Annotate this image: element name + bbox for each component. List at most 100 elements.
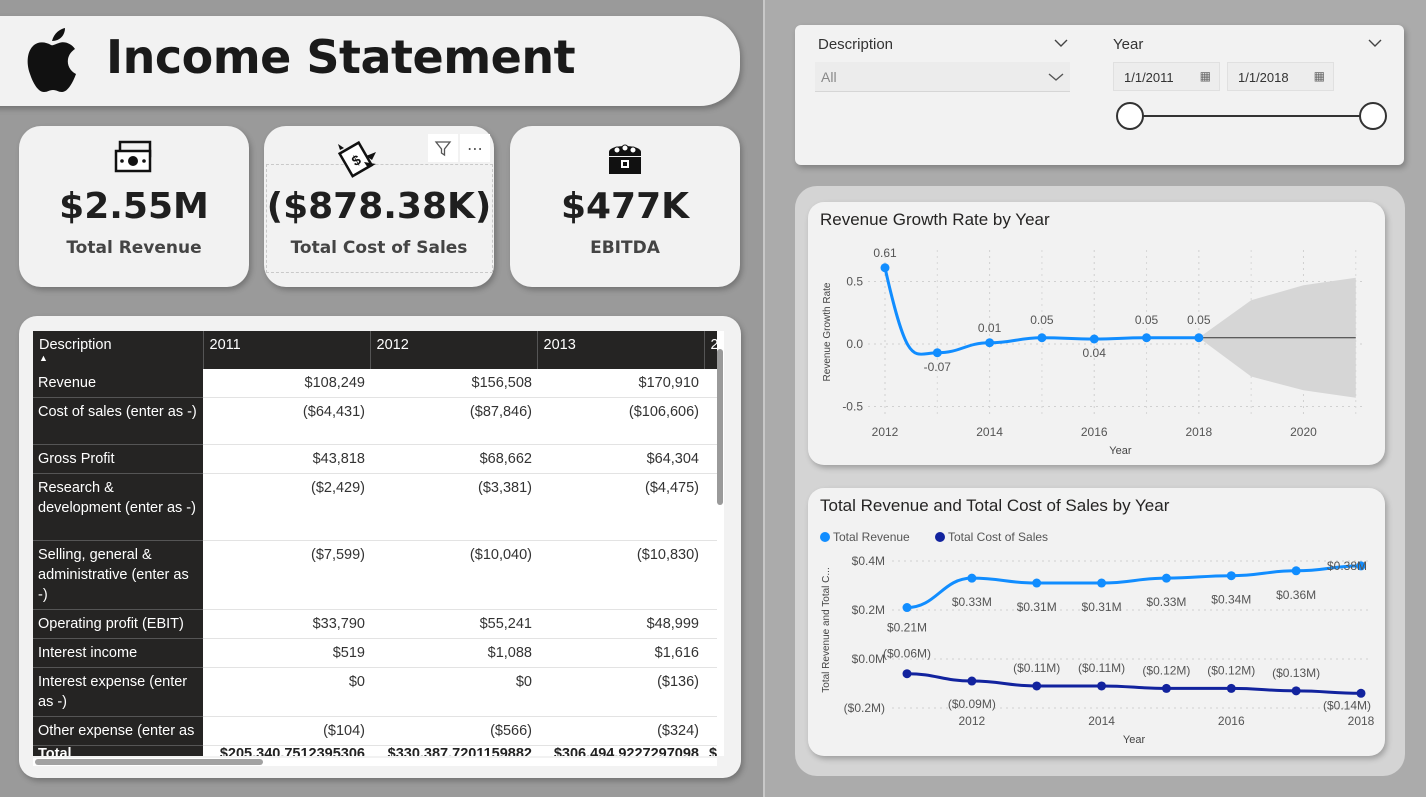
matrix-table: Description ▲ 2011 2012 2013 2 Revenue $1… (33, 331, 717, 756)
table-header-row: Description ▲ 2011 2012 2013 2 (33, 331, 717, 369)
row-header: Gross Profit (33, 444, 203, 474)
kpi-card-ebitda[interactable]: $477K EBITDA (510, 126, 740, 287)
y-axis-title: Revenue Growth Rate (822, 282, 833, 381)
data-point (1089, 334, 1099, 344)
flying-money-icon: $ (337, 140, 376, 178)
column-header-partial[interactable]: 2 (704, 331, 717, 369)
legend-marker (820, 532, 830, 542)
row-header: Selling, general & administrative (enter… (33, 540, 203, 610)
row-header: Revenue (33, 369, 203, 398)
table-row: Research & development (enter as -) ($2,… (33, 473, 717, 541)
vertical-scrollbar-thumb[interactable] (717, 349, 723, 505)
y-tick-label: -0.5 (842, 400, 863, 414)
calendar-icon[interactable]: ▦ (1200, 69, 1211, 83)
data-label: 0.01 (978, 321, 1002, 335)
data-point (902, 669, 912, 679)
data-point (1226, 571, 1236, 581)
legend-marker (935, 532, 945, 542)
table-cell: ($7,599) (203, 540, 370, 610)
y-axis-title: Total Revenue and Total C... (821, 567, 832, 692)
row-header: Other expense (enter as (33, 716, 203, 746)
data-label: 0.05 (1187, 313, 1211, 327)
visual-header-toolbar: ⋯ (428, 134, 490, 162)
table-cell: ($104) (203, 716, 370, 746)
table-cell: $33,790 (203, 609, 370, 639)
table-row: Cost of sales (enter as -) ($64,431) ($8… (33, 397, 717, 445)
x-tick-label: 2014 (1088, 714, 1115, 728)
table-cell: ($3,381) (370, 473, 537, 541)
vertical-scrollbar[interactable] (717, 331, 724, 756)
table-cell: ($566) (370, 716, 537, 746)
income-statement-matrix[interactable]: Description ▲ 2011 2012 2013 2 Revenue $1… (19, 316, 741, 778)
legend-label: Total Revenue (833, 530, 910, 544)
table-cell: ($2,429) (203, 473, 370, 541)
chevron-down-icon[interactable] (1368, 38, 1382, 48)
year-range-slider-track[interactable] (1131, 115, 1375, 117)
table-cell-total: $205,340.7512395306 (203, 745, 370, 756)
filter-icon[interactable] (428, 134, 458, 162)
data-label: ($0.13M) (1272, 666, 1320, 680)
calendar-icon[interactable]: ▦ (1314, 69, 1325, 83)
data-label: $0.21M (887, 621, 927, 635)
horizontal-scrollbar[interactable] (33, 758, 717, 766)
data-point (1142, 333, 1152, 343)
start-date-input[interactable]: 1/1/2011 ▦ (1113, 62, 1220, 91)
y-tick-label: $0.4M (852, 554, 885, 568)
year-range-slider-end-handle[interactable] (1359, 102, 1387, 130)
horizontal-scrollbar-thumb[interactable] (35, 759, 263, 765)
kpi-label: EBITDA (590, 238, 660, 258)
table-cell: ($4,475) (537, 473, 704, 541)
revenue-cost-chart[interactable]: Total Revenue and Total Cost of Sales by… (808, 488, 1385, 756)
table-cell-total: $306,494.9227297098 (537, 745, 704, 756)
description-dropdown[interactable]: All (815, 62, 1070, 92)
data-label: ($0.12M) (1142, 663, 1190, 677)
chevron-down-icon (1048, 73, 1064, 81)
panel-divider (763, 0, 765, 797)
table-cell: $156,508 (370, 369, 537, 398)
year-range-slider-start-handle[interactable] (1116, 102, 1144, 130)
data-label: ($0.09M) (948, 697, 996, 711)
kpi-card-total-cost-of-sales[interactable]: $ ⋯ ($878.38K) Total Cost of Sales (264, 126, 494, 287)
apple-logo-icon (27, 28, 77, 92)
data-label: $0.33M (1146, 595, 1186, 609)
sort-ascending-icon[interactable]: ▲ (39, 354, 197, 363)
row-header: Interest expense (enter as -) (33, 667, 203, 717)
table-cell: ($10,040) (370, 540, 537, 610)
chevron-down-icon[interactable] (1054, 38, 1068, 48)
x-axis-title: Year (1109, 445, 1132, 457)
table-cell (704, 716, 717, 746)
x-tick-label: 2012 (959, 714, 986, 728)
data-point (1161, 683, 1171, 693)
table-cell: $68,662 (370, 444, 537, 474)
kpi-card-total-revenue[interactable]: $2.55M Total Revenue (19, 126, 249, 287)
end-date-input[interactable]: 1/1/2018 ▦ (1227, 62, 1334, 91)
table-cell (704, 444, 717, 474)
table-cell (704, 609, 717, 639)
start-date-value: 1/1/2011 (1124, 70, 1174, 85)
column-header-2011[interactable]: 2011 (203, 331, 371, 369)
revenue-growth-chart[interactable]: Revenue Growth Rate by Year 0.5 0.0 -0.5 20… (808, 202, 1385, 465)
table-row: Other expense (enter as ($104) ($566) ($… (33, 716, 717, 746)
column-header-2013[interactable]: 2013 (537, 331, 705, 369)
matrix-viewport[interactable]: Description ▲ 2011 2012 2013 2 Revenue $1… (33, 331, 717, 756)
table-cell: $55,241 (370, 609, 537, 639)
kpi-label: Total Cost of Sales (290, 238, 468, 258)
table-cell: $1,088 (370, 638, 537, 668)
data-label: $0.31M (1017, 600, 1057, 614)
row-header-total: Total (33, 745, 203, 756)
kpi-value: ($878.38K) (266, 186, 492, 227)
row-header: Operating profit (EBIT) (33, 609, 203, 639)
data-label: $0.36M (1276, 588, 1316, 602)
table-cell: ($10,830) (537, 540, 704, 610)
data-point (932, 348, 942, 358)
description-dropdown-value: All (821, 69, 837, 85)
x-tick-label: 2018 (1348, 714, 1375, 728)
treasure-chest-icon (609, 144, 641, 174)
table-cell: $43,818 (203, 444, 370, 474)
column-header-2012[interactable]: 2012 (370, 331, 538, 369)
more-options-icon[interactable]: ⋯ (460, 134, 490, 162)
money-bill-icon (114, 140, 152, 173)
y-tick-label: 0.5 (846, 275, 863, 289)
y-tick-label: $0.2M (852, 603, 885, 617)
column-header-description[interactable]: Description ▲ (33, 331, 204, 369)
